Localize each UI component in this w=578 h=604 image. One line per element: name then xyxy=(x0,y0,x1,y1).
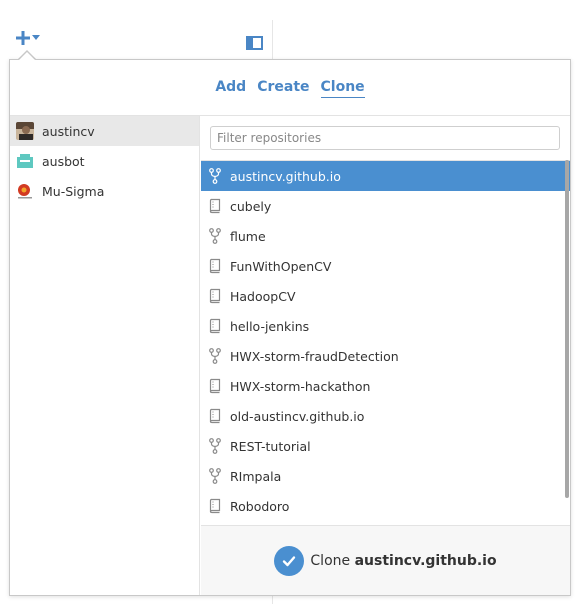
repo-name: old-austincv.github.io xyxy=(230,408,365,424)
account-item-austincv[interactable]: austincv xyxy=(10,116,199,146)
repo-icon xyxy=(209,198,221,214)
repo-name: RImpala xyxy=(230,468,282,484)
repository-list[interactable]: austincv.github.io cubely flume FunWithO… xyxy=(201,160,570,526)
tab-bar: Add Create Clone xyxy=(10,60,570,115)
repo-name: hello-jenkins xyxy=(230,318,310,334)
repo-name: HWX-storm-fraudDetection xyxy=(230,348,399,364)
sidebar-toggle-button[interactable] xyxy=(246,35,263,54)
repo-item[interactable]: Robodoro xyxy=(201,491,570,521)
clone-popover: Add Create Clone austincv ausbot Mu-Sigm… xyxy=(9,59,571,596)
check-icon xyxy=(274,545,305,576)
repo-item[interactable]: HWX-storm-fraudDetection xyxy=(201,341,570,371)
fork-icon xyxy=(209,228,221,244)
clone-label: Clone austincv.github.io xyxy=(310,553,496,569)
tab-add[interactable]: Add xyxy=(215,79,246,97)
repo-icon xyxy=(209,318,221,334)
account-item-mu-sigma[interactable]: Mu-Sigma xyxy=(10,176,199,206)
repo-list-scrollbar[interactable] xyxy=(564,160,569,526)
clone-button[interactable]: Clone austincv.github.io xyxy=(201,525,570,595)
repo-name: austincv.github.io xyxy=(230,168,341,184)
fork-icon xyxy=(209,468,221,484)
repo-icon xyxy=(209,408,221,424)
avatar xyxy=(16,182,34,200)
accounts-list: austincv ausbot Mu-Sigma xyxy=(10,116,200,595)
repo-item[interactable]: REST-tutorial xyxy=(201,431,570,461)
avatar xyxy=(16,122,34,140)
repo-name: HadoopCV xyxy=(230,288,296,304)
repo-name: FunWithOpenCV xyxy=(230,258,332,274)
repo-item[interactable]: austincv.github.io xyxy=(201,161,570,191)
fork-icon xyxy=(209,168,221,184)
repo-item[interactable]: flume xyxy=(201,221,570,251)
fork-icon xyxy=(209,438,221,454)
repo-item[interactable]: RImpala xyxy=(201,461,570,491)
sidebar-toggle-icon xyxy=(246,35,263,54)
add-menu-button[interactable] xyxy=(16,31,40,45)
repo-name: Robodoro xyxy=(230,498,290,514)
clone-prefix: Clone xyxy=(310,552,351,569)
repo-icon xyxy=(209,258,221,274)
column-divider-bottom xyxy=(272,596,273,604)
avatar xyxy=(16,152,34,170)
account-label: Mu-Sigma xyxy=(42,183,105,199)
repo-icon xyxy=(209,288,221,304)
account-label: austincv xyxy=(42,123,95,139)
tab-clone[interactable]: Clone xyxy=(320,79,365,98)
repositories-panel: austincv.github.io cubely flume FunWithO… xyxy=(201,116,570,595)
account-item-ausbot[interactable]: ausbot xyxy=(10,146,199,176)
plus-icon xyxy=(16,31,30,45)
repo-icon xyxy=(209,498,221,514)
repo-name: cubely xyxy=(230,198,272,214)
scrollbar-thumb[interactable] xyxy=(565,160,569,498)
popover-caret-fill xyxy=(18,51,36,61)
repo-item[interactable]: old-austincv.github.io xyxy=(201,401,570,431)
account-label: ausbot xyxy=(42,153,85,169)
filter-repositories-input[interactable] xyxy=(210,126,560,150)
repo-item[interactable]: hello-jenkins xyxy=(201,311,570,341)
fork-icon xyxy=(209,348,221,364)
column-divider xyxy=(272,20,273,60)
repo-item[interactable]: HWX-storm-hackathon xyxy=(201,371,570,401)
chevron-down-icon xyxy=(32,35,40,41)
repo-name: flume xyxy=(230,228,266,244)
tab-create[interactable]: Create xyxy=(257,79,309,97)
repo-item[interactable]: HadoopCV xyxy=(201,281,570,311)
repo-icon xyxy=(209,378,221,394)
repo-item[interactable]: cubely xyxy=(201,191,570,221)
repo-name: REST-tutorial xyxy=(230,438,311,454)
repo-item[interactable]: FunWithOpenCV xyxy=(201,251,570,281)
repo-name: HWX-storm-hackathon xyxy=(230,378,371,394)
clone-target: austincv.github.io xyxy=(354,552,497,569)
